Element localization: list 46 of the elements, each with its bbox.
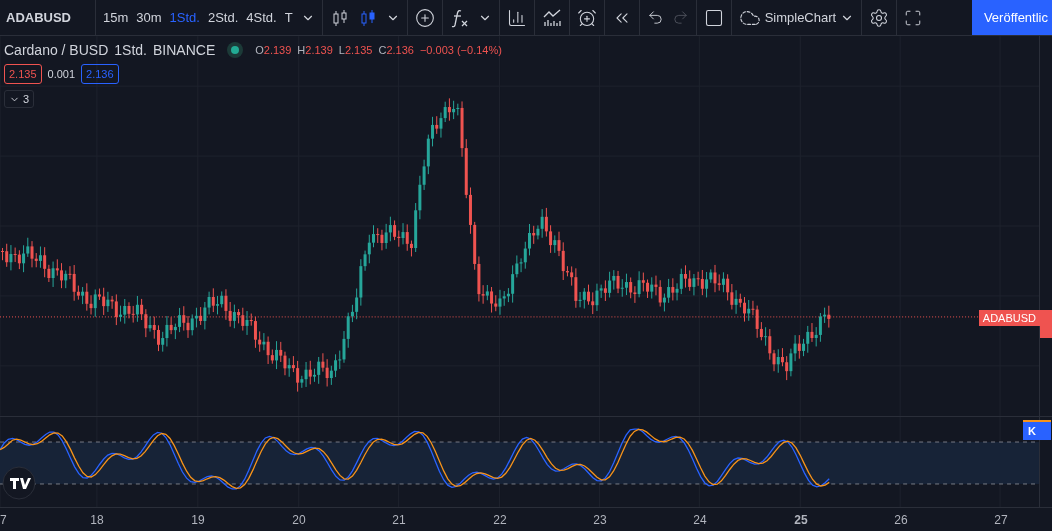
- symbol-title: Cardano / BUSD: [4, 42, 109, 58]
- ohlc-value: H2.139: [297, 44, 333, 56]
- buy-price[interactable]: 2.136: [81, 64, 119, 84]
- date-label: 23: [593, 513, 607, 527]
- date-label: 20: [292, 513, 306, 527]
- date-label: 22: [493, 513, 507, 527]
- indicators-toggle[interactable]: 3: [4, 90, 35, 108]
- ohlc-value: L2.135: [338, 44, 373, 56]
- price-tag-marker: [1040, 310, 1052, 338]
- ohlc-value: C2.136: [378, 44, 414, 56]
- interval-label: 1Std.: [114, 42, 147, 58]
- date-label: 25: [794, 513, 808, 527]
- interval-button[interactable]: T: [281, 7, 296, 28]
- function-icon: [449, 7, 470, 28]
- date-label: 21: [392, 513, 406, 527]
- ohlc-value: O2.139: [255, 44, 292, 56]
- date-label: 18: [90, 513, 104, 527]
- date-label: 19: [191, 513, 205, 527]
- redo-icon: [671, 9, 689, 26]
- market-status-dot: [231, 46, 240, 54]
- spread-value: 0.001: [47, 68, 76, 80]
- interval-button[interactable]: 2Std.: [204, 7, 242, 28]
- interval-button[interactable]: 1Std.: [166, 7, 203, 28]
- interval-button[interactable]: 30m: [133, 7, 165, 28]
- maximize-icon: [904, 8, 923, 27]
- date-label: 27: [994, 513, 1008, 527]
- plus-circle-icon: [414, 7, 435, 28]
- publish-button[interactable]: Veröffentlic: [971, 0, 1052, 35]
- symbol-name[interactable]: ADABUSD: [4, 10, 91, 25]
- interval-button[interactable]: 4Std.: [243, 7, 280, 28]
- settings-icon: [869, 7, 890, 28]
- sell-price[interactable]: 2.135: [4, 64, 42, 84]
- date-label: 7: [0, 513, 7, 527]
- bar-chart-icon: [506, 7, 527, 28]
- date-label: 26: [894, 513, 908, 527]
- alarm-clock-icon: [576, 7, 597, 28]
- layout-button[interactable]: SimpleChart: [735, 3, 858, 32]
- date-label: 24: [693, 513, 707, 527]
- exchange-label: BINANCE: [153, 42, 216, 58]
- indicator-value-tag: K: [1023, 420, 1051, 440]
- square-icon: [703, 7, 724, 28]
- line-chart-icon: [541, 7, 562, 28]
- interval-button[interactable]: 15m: [100, 7, 132, 28]
- undo-icon: [646, 9, 664, 26]
- change-value: −0.003 (−0.14%): [419, 44, 502, 56]
- price-tag: ADABUSD: [978, 310, 1040, 326]
